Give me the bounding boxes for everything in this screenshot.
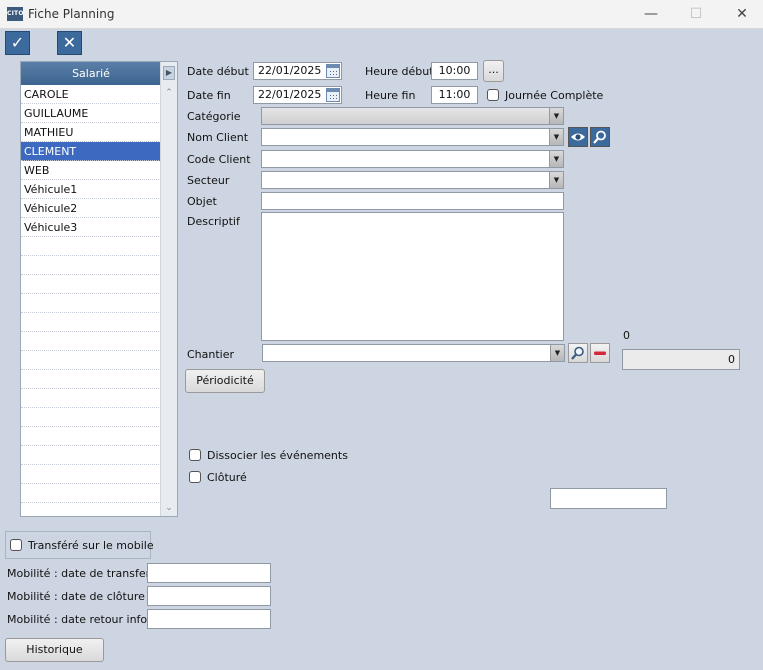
journee-complete-label: Journée Complète (505, 89, 604, 102)
chantier-select[interactable]: ▼ (262, 344, 565, 362)
employee-list-empty-row[interactable] (21, 427, 161, 446)
date-debut-value: 22/01/2025 (258, 64, 322, 77)
transfere-mobile-checkbox[interactable] (10, 539, 22, 551)
cancel-button[interactable]: ✕ (57, 31, 82, 55)
periodicite-button[interactable]: Périodicité (185, 369, 265, 393)
minimize-button[interactable]: — (636, 4, 666, 24)
code-client-select[interactable]: ▼ (261, 150, 564, 168)
employee-list-empty-row[interactable] (21, 294, 161, 313)
chevron-down-icon[interactable]: ▼ (549, 172, 563, 188)
objet-input[interactable] (261, 192, 564, 210)
date-debut-field[interactable]: 22/01/2025 (253, 62, 342, 80)
view-client-button[interactable] (568, 127, 588, 147)
employee-list-empty-row[interactable] (21, 408, 161, 427)
maximize-button[interactable]: ☐ (681, 4, 711, 24)
employee-list-item[interactable]: CAROLE (21, 85, 161, 104)
scroll-down-icon[interactable]: ⌄ (164, 503, 174, 513)
date-fin-value: 22/01/2025 (258, 88, 322, 101)
close-icon: ✕ (62, 33, 77, 52)
title-bar: CITO Fiche Planning — ☐ ✕ (0, 0, 763, 29)
cloture-checkbox[interactable] (189, 471, 201, 483)
employee-list-empty-row[interactable] (21, 389, 161, 408)
mobilite-date-transfert-label: Mobilité : date de transfert (7, 567, 155, 580)
employee-list-panel: Salarié CAROLE GUILLAUME MATHIEU CLEMENT WEB… (20, 61, 178, 517)
journee-complete-checkbox[interactable] (487, 89, 499, 101)
categorie-label: Catégorie (187, 110, 241, 123)
calendar-icon[interactable] (326, 88, 340, 102)
employee-list-item[interactable]: WEB (21, 161, 161, 180)
calendar-icon[interactable] (326, 64, 340, 78)
employee-list-empty-row[interactable] (21, 275, 161, 294)
counter-field: 0 (622, 349, 740, 370)
search-chantier-button[interactable] (568, 343, 588, 363)
employee-list-empty-row[interactable] (21, 237, 161, 256)
employee-list-empty-row[interactable] (21, 256, 161, 275)
employee-list-header: Salarié (21, 62, 161, 85)
counter-top-value: 0 (623, 329, 630, 342)
cloture-date-input[interactable] (550, 488, 667, 509)
historique-button[interactable]: Historique (5, 638, 104, 662)
employee-list-empty-row[interactable] (21, 351, 161, 370)
employee-list-scrollbar[interactable]: ▶ ⌃ ⌄ (160, 62, 177, 516)
employee-list-empty-row[interactable] (21, 332, 161, 351)
check-icon: ✓ (10, 33, 25, 52)
employee-list-empty-row[interactable] (21, 465, 161, 484)
transfere-mobile-group: Transféré sur le mobile (5, 531, 154, 559)
mobilite-date-cloture-input[interactable] (147, 586, 271, 606)
employee-list-item[interactable]: CLEMENT (21, 142, 161, 161)
employee-list-item[interactable]: GUILLAUME (21, 104, 161, 123)
more-options-button[interactable]: ... (483, 60, 504, 82)
mobilite-date-retour-label: Mobilité : date retour info (7, 613, 148, 626)
employee-list-item[interactable]: MATHIEU (21, 123, 161, 142)
eye-icon (571, 133, 585, 141)
close-window-button[interactable]: ✕ (727, 4, 757, 24)
validate-button[interactable]: ✓ (5, 31, 30, 55)
date-debut-label: Date début (187, 65, 249, 78)
nom-client-select[interactable]: ▼ (261, 128, 564, 146)
nom-client-label: Nom Client (187, 131, 249, 144)
code-client-label: Code Client (187, 153, 251, 166)
objet-label: Objet (187, 195, 217, 208)
secteur-label: Secteur (187, 174, 230, 187)
chevron-down-icon[interactable]: ▼ (549, 108, 563, 124)
employee-list: CAROLE GUILLAUME MATHIEU CLEMENT WEB Véhicule… (21, 85, 161, 503)
categorie-select[interactable]: ▼ (261, 107, 564, 125)
employee-list-empty-row[interactable] (21, 313, 161, 332)
chevron-right-icon[interactable]: ▶ (163, 66, 175, 80)
descriptif-label: Descriptif (187, 215, 240, 228)
chevron-down-icon[interactable]: ▼ (549, 151, 563, 167)
employee-list-empty-row[interactable] (21, 446, 161, 465)
employee-list-empty-row[interactable] (21, 370, 161, 389)
window-title: Fiche Planning (28, 7, 115, 21)
heure-fin-label: Heure fin (365, 89, 416, 102)
search-icon (593, 130, 606, 144)
transfere-mobile-label: Transféré sur le mobile (28, 539, 154, 552)
minus-icon (594, 351, 606, 355)
mobilite-date-retour-input[interactable] (147, 609, 271, 629)
descriptif-textarea[interactable] (261, 212, 564, 341)
remove-chantier-button[interactable] (590, 343, 610, 363)
scroll-up-icon[interactable]: ⌃ (164, 88, 174, 98)
employee-list-empty-row[interactable] (21, 484, 161, 503)
chantier-label: Chantier (187, 348, 235, 361)
employee-list-item[interactable]: Véhicule3 (21, 218, 161, 237)
employee-list-item[interactable]: Véhicule1 (21, 180, 161, 199)
dissocier-label: Dissocier les événements (207, 449, 348, 462)
dissocier-checkbox[interactable] (189, 449, 201, 461)
app-icon: CITO (7, 7, 23, 21)
date-fin-label: Date fin (187, 89, 231, 102)
heure-debut-field[interactable]: 10:00 (431, 62, 478, 80)
heure-fin-field[interactable]: 11:00 (431, 86, 478, 104)
mobilite-date-cloture-label: Mobilité : date de clôture (7, 590, 145, 603)
mobilite-date-transfert-input[interactable] (147, 563, 271, 583)
chevron-down-icon[interactable]: ▼ (549, 129, 563, 145)
search-icon (571, 346, 584, 360)
heure-debut-label: Heure début (365, 65, 434, 78)
search-client-button[interactable] (590, 127, 610, 147)
chevron-down-icon[interactable]: ▼ (550, 345, 564, 361)
date-fin-field[interactable]: 22/01/2025 (253, 86, 342, 104)
employee-list-item[interactable]: Véhicule2 (21, 199, 161, 218)
cloture-label: Clôturé (207, 471, 247, 484)
secteur-select[interactable]: ▼ (261, 171, 564, 189)
